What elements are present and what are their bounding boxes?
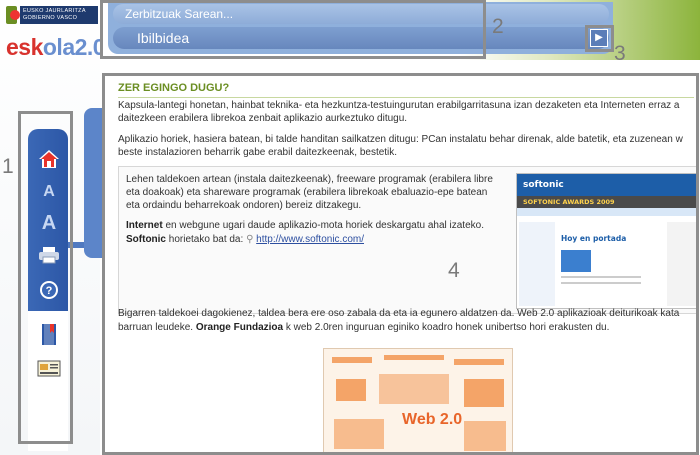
gov-emblem-icon	[6, 6, 20, 24]
brand-part2: ola	[42, 34, 75, 60]
annotation-number-3: 3	[614, 42, 626, 65]
brand-part1: esk	[6, 34, 43, 60]
annotation-number-1: 1	[2, 155, 14, 178]
annotation-box-1	[18, 111, 73, 444]
gov-logo[interactable]: EUSKO JAURLARITZA GOBIERNO VASCO	[6, 4, 98, 26]
annotation-box-4	[102, 73, 699, 455]
annotation-box-3	[585, 25, 614, 52]
annotation-number-4: 4	[448, 259, 460, 282]
annotation-box-2	[100, 0, 486, 59]
gov-logo-text: EUSKO JAURLARITZA GOBIERNO VASCO	[19, 6, 98, 24]
side-tab	[84, 108, 102, 258]
eskola-logo[interactable]: eskola2.0	[6, 34, 106, 61]
annotation-number-2: 2	[492, 15, 504, 38]
